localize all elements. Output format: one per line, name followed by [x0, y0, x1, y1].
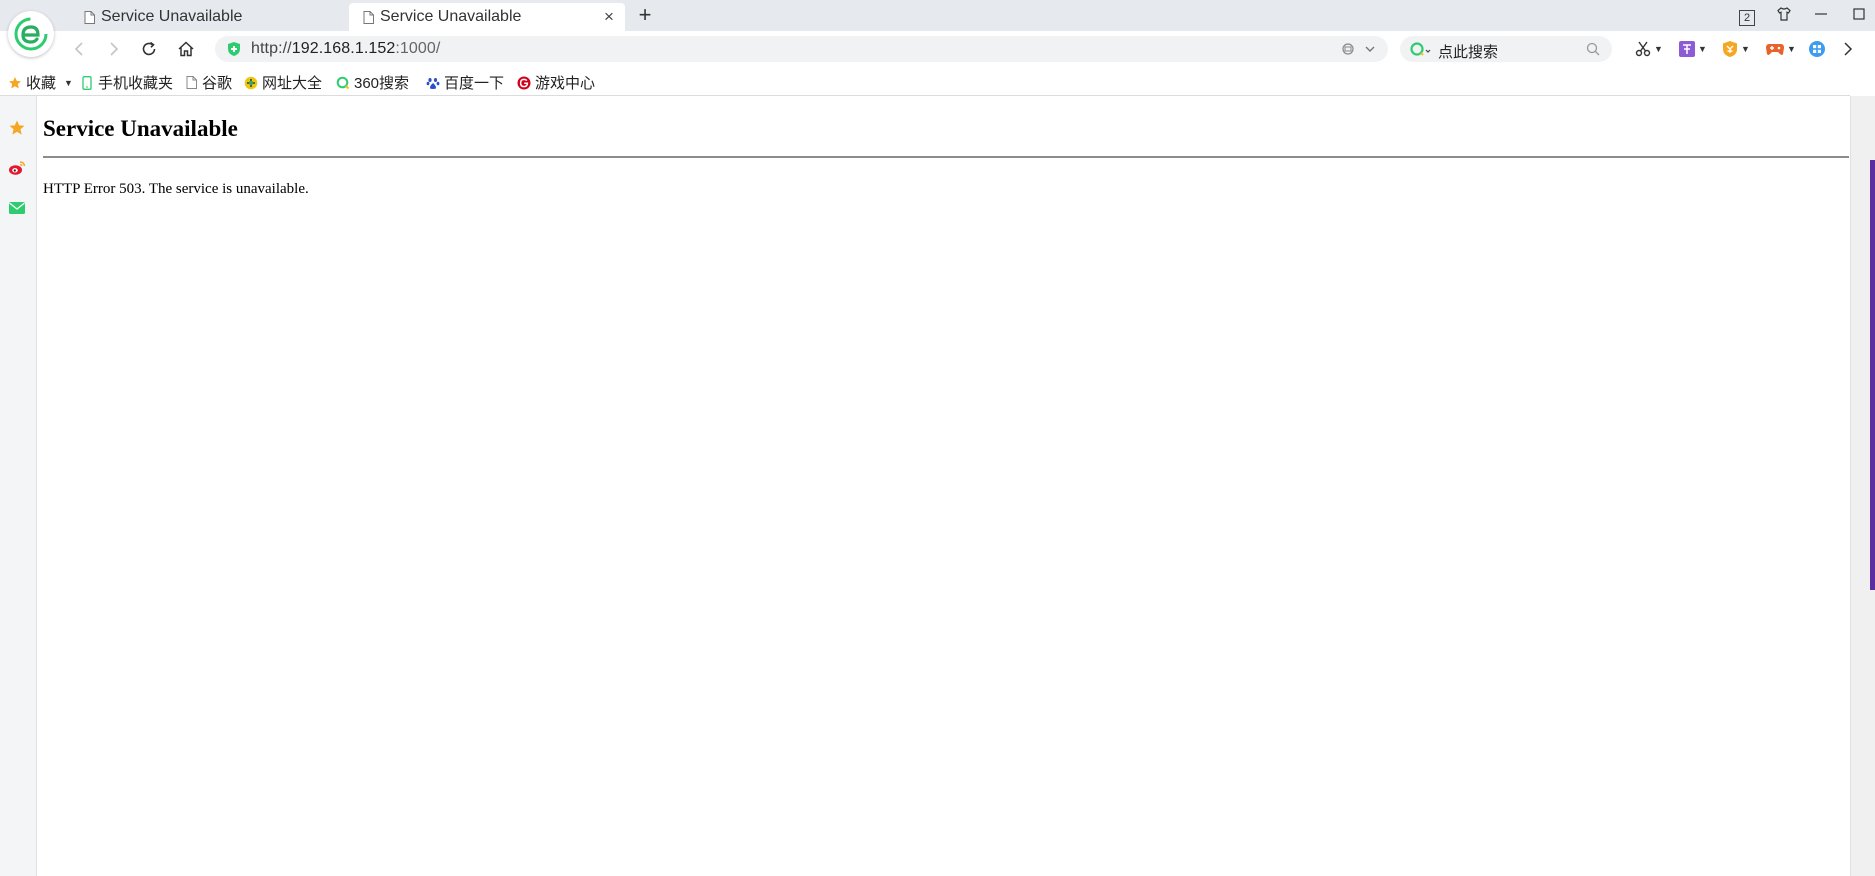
reload-button[interactable] — [138, 38, 160, 60]
close-tab-icon[interactable]: × — [601, 8, 617, 25]
caret-down-icon: ▼ — [1787, 44, 1796, 54]
caret-down-icon: ▼ — [1654, 44, 1663, 54]
bookmark-favorites[interactable]: 收藏 ▼ — [8, 72, 73, 93]
360-search-engine-icon[interactable] — [1410, 41, 1432, 57]
search-icon[interactable] — [1586, 42, 1600, 56]
bookmark-label: 网址大全 — [262, 75, 323, 92]
page-heading: Service Unavailable — [43, 116, 238, 141]
translate-button[interactable]: ▼ — [1678, 38, 1707, 60]
search-placeholder: 点此搜索 — [1438, 44, 1499, 61]
tab-count-button[interactable]: 2 — [1736, 6, 1758, 26]
mail-icon — [9, 202, 25, 214]
bookmark-360-search[interactable]: 360搜索 — [336, 72, 409, 93]
bookmark-label: 游戏中心 — [535, 75, 596, 92]
page-icon — [84, 10, 95, 24]
divider — [43, 156, 1849, 158]
baidu-paw-icon — [426, 76, 440, 90]
tab-strip: Service Unavailable Service Unavailable … — [0, 0, 1875, 31]
tab-inactive[interactable]: Service Unavailable — [70, 3, 345, 31]
compat-mode-icon[interactable] — [1341, 42, 1355, 56]
bookmark-label: 百度一下 — [444, 75, 505, 92]
url-text[interactable]: http://192.168.1.152:1000/ — [251, 40, 440, 58]
security-guard-button[interactable]: ▼ — [1721, 38, 1750, 60]
bookmark-label: 手机收藏夹 — [98, 75, 174, 92]
360-browser-e-icon — [14, 17, 48, 51]
back-arrow-icon — [74, 42, 83, 56]
bookmark-game-center[interactable]: 游戏中心 — [517, 72, 595, 93]
phone-icon — [80, 75, 94, 90]
skin-shirt-icon[interactable] — [1773, 6, 1795, 26]
sidebar-favorites-button[interactable] — [7, 118, 27, 138]
home-button[interactable] — [175, 38, 197, 60]
forward-arrow-icon — [110, 42, 119, 56]
browser-logo[interactable] — [8, 11, 54, 57]
screenshot-scissors-button[interactable]: ▼ — [1634, 38, 1663, 60]
url-host: 192.168.1.152 — [291, 40, 396, 57]
bookmarks-bar: 收藏 ▼ 手机收藏夹 谷歌 网址大全 360搜索 百度一下 游戏中心 — [0, 67, 1850, 96]
translate-icon — [1679, 41, 1695, 57]
page-icon — [363, 10, 374, 24]
sidebar-weibo-button[interactable] — [7, 158, 27, 178]
scissors-icon — [1635, 41, 1651, 57]
apps-grid-icon — [1809, 41, 1825, 57]
tab-count: 2 — [1739, 10, 1755, 26]
search-box[interactable]: 点此搜索 — [1400, 36, 1612, 62]
minimize-button[interactable] — [1810, 6, 1832, 26]
page-content: Service Unavailable HTTP Error 503. The … — [43, 96, 1849, 876]
address-bar[interactable]: http://192.168.1.152:1000/ — [215, 36, 1388, 62]
star-icon — [8, 76, 22, 90]
caret-down-icon: ▼ — [1741, 44, 1750, 54]
tab-title: Service Unavailable — [101, 8, 243, 25]
more-tools-button[interactable] — [1840, 38, 1856, 60]
star-icon — [9, 120, 25, 135]
game-center-icon — [517, 76, 531, 90]
security-shield-icon[interactable] — [227, 41, 241, 57]
globe-icon — [244, 76, 258, 90]
sidebar — [0, 96, 37, 876]
bookmark-label: 谷歌 — [202, 75, 233, 92]
bookmark-mobile-favorites[interactable]: 手机收藏夹 — [80, 72, 173, 93]
bookmark-google[interactable]: 谷歌 — [184, 72, 232, 93]
side-panel-accent — [1870, 160, 1875, 590]
back-button[interactable] — [68, 38, 90, 60]
tab-active[interactable]: Service Unavailable × — [349, 3, 625, 31]
sidebar-mail-button[interactable] — [7, 198, 27, 218]
browser-toolbar: http://192.168.1.152:1000/ 点此搜索 ▼ ▼ ▼ ▼ — [0, 31, 1875, 67]
caret-down-icon: ▼ — [1698, 44, 1707, 54]
bookmark-url-directory[interactable]: 网址大全 — [244, 72, 322, 93]
game-button[interactable]: ▼ — [1765, 38, 1796, 60]
weibo-icon — [9, 161, 26, 175]
360-search-icon — [336, 76, 350, 90]
forward-button[interactable] — [103, 38, 125, 60]
error-message: HTTP Error 503. The service is unavailab… — [43, 181, 309, 197]
url-scheme: http:// — [251, 40, 292, 57]
apps-button[interactable] — [1808, 38, 1826, 60]
url-port-path: :1000/ — [395, 40, 441, 57]
gamepad-icon — [1766, 44, 1784, 55]
reload-icon — [142, 41, 156, 56]
bookmark-baidu[interactable]: 百度一下 — [426, 72, 504, 93]
caret-down-icon[interactable]: ▼ — [64, 78, 73, 88]
maximize-button[interactable] — [1848, 6, 1870, 26]
overflow-arrows-icon — [1844, 42, 1853, 56]
home-icon — [178, 41, 194, 57]
page-icon — [184, 76, 198, 90]
tab-title: Service Unavailable — [380, 8, 522, 25]
new-tab-button[interactable]: + — [634, 4, 656, 27]
yellow-shield-icon — [1723, 41, 1737, 57]
chevron-down-icon[interactable] — [1364, 44, 1376, 54]
bookmark-label: 360搜索 — [354, 75, 410, 92]
bookmark-label: 收藏 — [26, 75, 57, 92]
